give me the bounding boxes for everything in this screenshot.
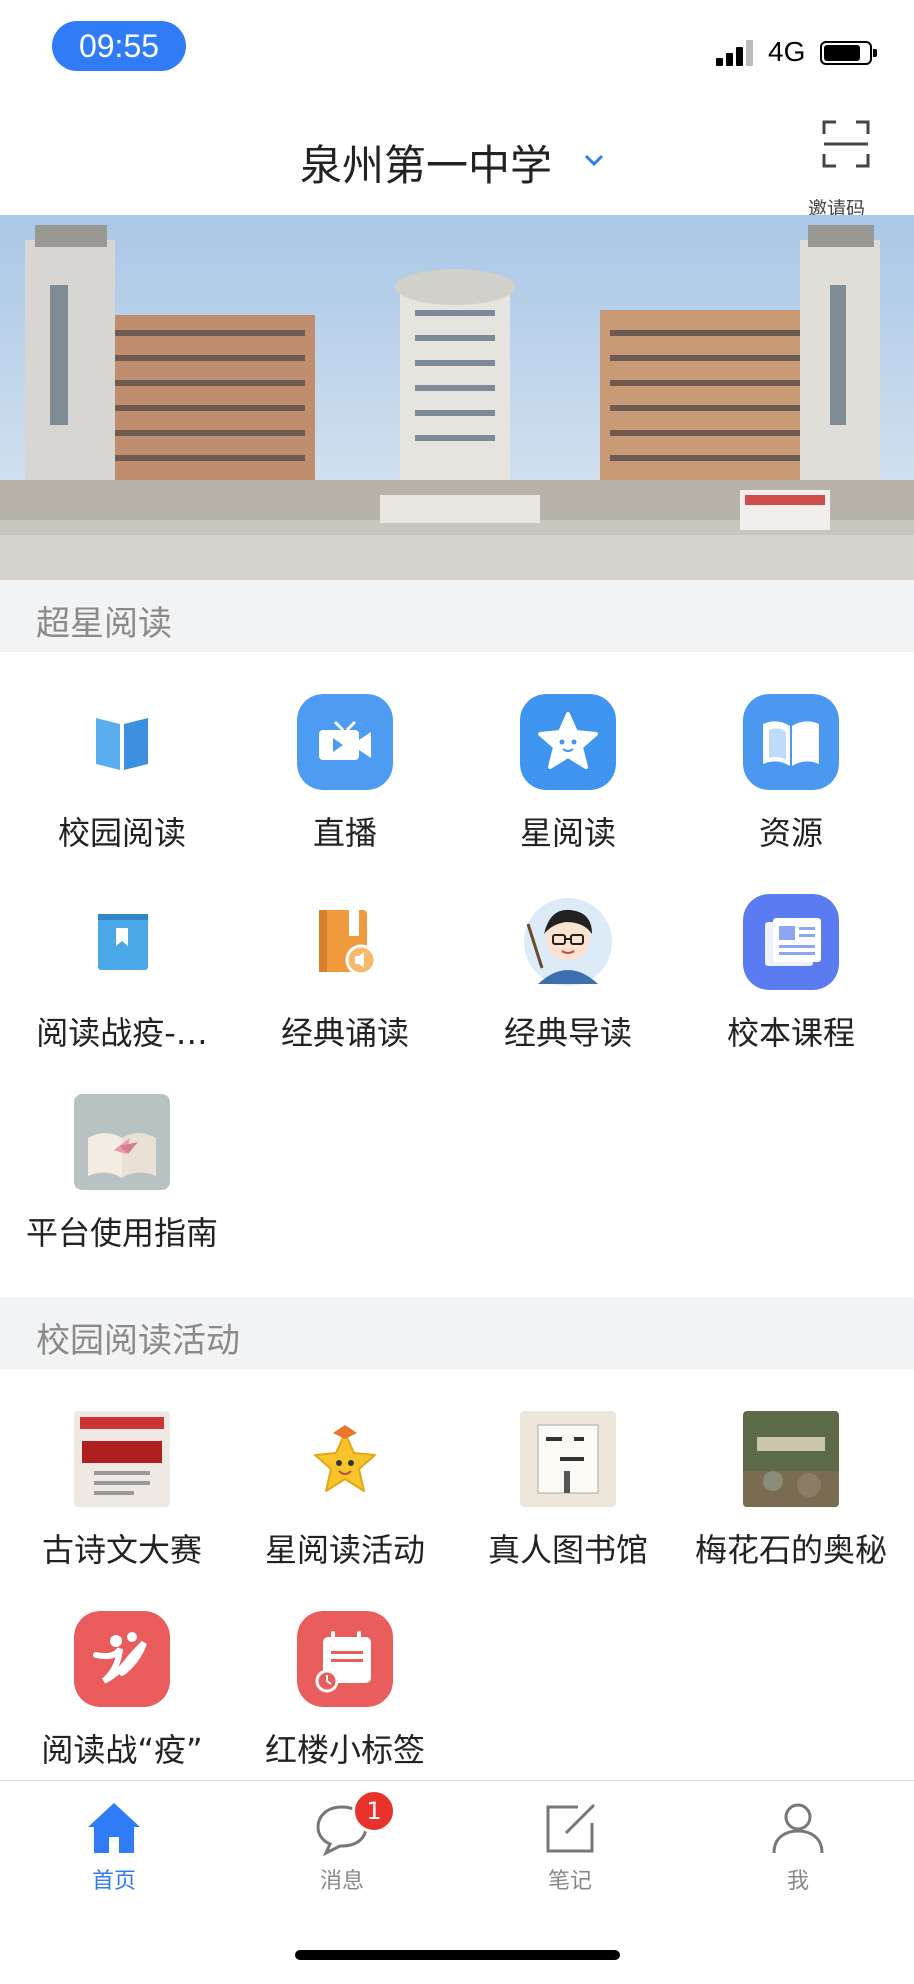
section-header-activities: 校园阅读活动 [0,1297,914,1369]
grid-item-star-reading[interactable]: 星阅读 [454,694,682,884]
book-icon [743,694,839,790]
grid-item-campus-reading[interactable]: 校园阅读 [8,694,236,884]
grid-item-classic-recitation[interactable]: 经典诵读 [231,894,459,1084]
home-icon [88,1803,140,1853]
open-book-icon [96,718,148,770]
guide-thumbnail [74,1094,170,1190]
grid-item-label: 星阅读活动 [264,1531,425,1569]
grid-item-label: 资源 [758,814,823,852]
home-indicator[interactable] [295,1950,620,1960]
grid-item-poetry-contest[interactable]: 古诗文大赛 [8,1411,236,1601]
grid-item-live[interactable]: 直播 [231,694,459,884]
grid-item-platform-guide[interactable]: 平台使用指南 [8,1094,236,1284]
grid-item-label: 经典导读 [503,1014,632,1052]
network-type: 4G [768,36,806,67]
note-edit-icon [546,1803,596,1853]
tab-notes[interactable]: 笔记 [456,1781,684,1911]
battery-icon [820,41,877,65]
grid-item-school-courses[interactable]: 校本课程 [677,894,905,1084]
tab-home[interactable]: 首页 [0,1781,228,1911]
campus-photo [0,215,914,580]
grid-item-fight-epidemic[interactable]: 阅读战“疫” [8,1611,236,1801]
school-name: 泉州第一中学 [300,141,553,190]
calendar-note-icon [297,1611,393,1707]
grid-item-label: 古诗文大赛 [41,1531,202,1569]
section-header-reading: 超星阅读 [0,580,914,652]
grid-item-label: 阅读战疫-… [36,1014,208,1052]
grid-item-label: 真人图书馆 [487,1531,648,1569]
grid-item-star-reading-activity[interactable]: 星阅读活动 [231,1411,459,1601]
grid-item-fight-epidemic-reading[interactable]: 阅读战疫-… [8,894,236,1084]
invite-code-button[interactable]: 邀请码 [808,120,882,220]
campus-banner[interactable] [0,215,914,580]
plum-stone-thumbnail [743,1411,839,1507]
grid-item-label: 红楼小标签 [264,1731,425,1769]
grid-item-living-library[interactable]: 真人图书馆 [454,1411,682,1601]
section-title: 超星阅读 [36,604,172,644]
grid-item-label: 校园阅读 [57,814,186,852]
section-title: 校园阅读活动 [36,1321,240,1361]
people-icon [74,1611,170,1707]
scan-icon [822,120,870,168]
teacher-avatar-icon [524,898,612,986]
star-icon [520,694,616,790]
newspaper-icon [743,894,839,990]
tv-icon [297,694,393,790]
person-icon [772,1803,824,1854]
grid-item-label: 直播 [312,814,377,852]
tab-messages[interactable]: 消息 [228,1781,456,1911]
grid-item-label: 经典诵读 [280,1014,409,1052]
grid-item-label: 星阅读 [519,814,616,852]
poster-thumbnail [74,1411,170,1507]
status-time: 09:55 [52,21,186,71]
grid-item-label: 平台使用指南 [25,1214,218,1252]
grid-item-label: 阅读战“疫” [41,1731,203,1769]
grid-item-red-mansion-tags[interactable]: 红楼小标签 [231,1611,459,1801]
grid-item-resources[interactable]: 资源 [677,694,905,884]
grid-item-label: 校本课程 [726,1014,855,1052]
status-bar: 09:55 4G [0,0,914,100]
signal-icon [716,40,756,66]
tab-label: 首页 [91,1869,136,1894]
grid-item-plum-stone-mystery[interactable]: 梅花石的奥秘 [677,1411,905,1601]
tab-label: 笔记 [547,1869,592,1894]
unread-badge: 1 [352,1789,396,1833]
grid-item-classic-guide[interactable]: 经典导读 [454,894,682,1084]
chevron-down-icon [584,154,604,167]
star-mascot-icon [314,1425,376,1492]
bookmark-book-icon [98,914,148,970]
tab-me[interactable]: 我 [684,1781,912,1911]
tab-label: 消息 [319,1869,364,1894]
audio-book-icon [319,910,377,976]
living-library-thumbnail [520,1411,616,1507]
grid-item-label: 梅花石的奥秘 [694,1531,887,1569]
header: 泉州第一中学 邀请码 [0,100,914,220]
tab-label: 我 [786,1869,809,1894]
